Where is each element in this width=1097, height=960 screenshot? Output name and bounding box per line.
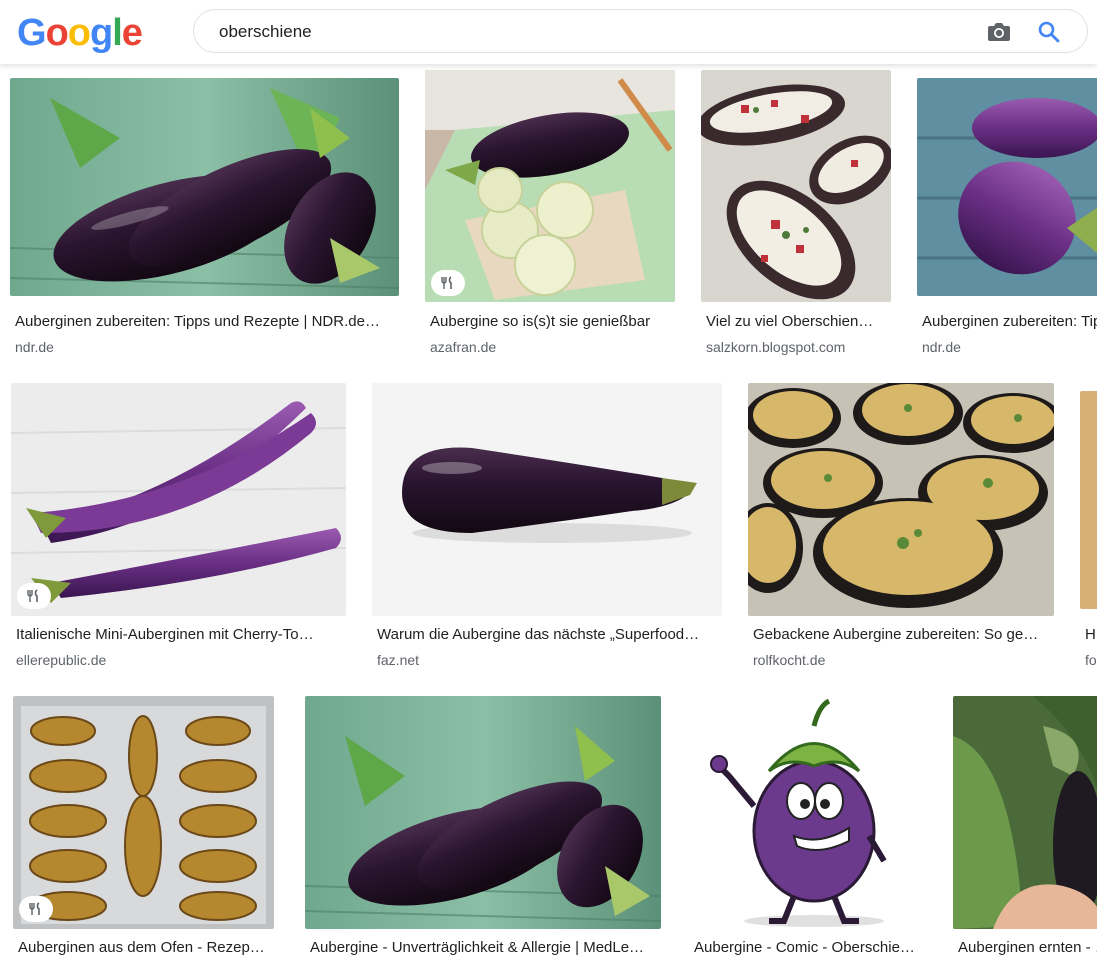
result-title[interactable]: Aubergine - Comic - Oberschie… [694,938,926,958]
result-thumbnail[interactable] [748,383,1054,616]
recipe-badge [17,583,51,609]
result-thumbnail[interactable] [10,78,399,296]
result-source[interactable]: ndr.de [922,338,961,356]
image-result[interactable]: H… fo… [1080,383,1097,673]
result-title[interactable]: Viel zu viel Oberschien… [706,312,891,332]
logo-letter-o2: o [67,12,91,54]
search-input[interactable] [219,21,919,43]
search-icon [1038,21,1060,43]
google-logo[interactable]: Google [17,12,143,54]
result-thumbnail[interactable] [953,696,1097,929]
result-thumbnail[interactable] [372,383,722,616]
recipe-badge [431,270,465,296]
result-title[interactable]: Auberginen zubereiten: Tipps und Rezepte… [922,312,1097,332]
fork-knife-icon [441,276,452,289]
result-source[interactable]: rolfkocht.de [753,651,825,669]
fork-knife-icon [27,589,38,602]
image-result[interactable]: Aubergine - Unverträglichkeit & Allergie… [305,696,661,960]
search-header: Google [0,0,1097,64]
search-box [193,9,1088,53]
image-result[interactable]: Italienische Mini-Auberginen mit Cherry-… [11,383,347,673]
image-result[interactable]: Aubergine - Comic - Oberschie… [689,696,928,960]
recipe-badge [19,896,53,922]
logo-letter-g: G [17,12,47,54]
result-thumbnail[interactable] [13,696,274,929]
result-thumbnail[interactable] [425,70,675,302]
result-title[interactable]: Aubergine - Unverträglichkeit & Allergie… [310,938,662,958]
result-thumbnail[interactable] [701,70,891,302]
logo-letter-o1: o [45,12,69,54]
result-title[interactable]: Italienische Mini-Auberginen mit Cherry-… [16,625,346,645]
image-result[interactable]: Gebackene Aubergine zubereiten: So ge… r… [748,383,1055,673]
camera-icon [988,23,1010,41]
result-title[interactable]: H… [1085,625,1097,645]
fork-knife-icon [29,902,40,915]
result-title[interactable]: Gebackene Aubergine zubereiten: So ge… [753,625,1053,645]
result-source[interactable]: fo… [1085,651,1097,669]
result-source[interactable]: azafran.de [430,338,496,356]
result-source[interactable]: ellerepublic.de [16,651,106,669]
image-result[interactable]: Auberginen zubereiten: Tipps und Rezepte… [10,70,400,360]
image-result[interactable]: Aubergine so is(s)t sie genießbar azafra… [425,70,675,360]
logo-letter-g2: g [90,12,113,54]
image-result[interactable]: Auberginen zubereiten: Tipps und Rezepte… [917,70,1097,360]
result-title[interactable]: Auberginen aus dem Ofen - Rezep… [18,938,276,958]
result-title[interactable]: Auberginen zubereiten: Tipps und Rezepte… [15,312,400,332]
image-result[interactable]: Auberginen ernten - … [953,696,1097,960]
result-title[interactable]: Auberginen ernten - … [958,938,1097,958]
image-result[interactable]: Auberginen aus dem Ofen - Rezep… [13,696,275,960]
result-source[interactable]: salzkorn.blogspot.com [706,338,845,356]
result-source[interactable]: ndr.de [15,338,54,356]
logo-letter-l: l [112,12,123,54]
camera-button[interactable] [986,20,1012,44]
result-thumbnail[interactable] [917,78,1097,296]
result-source[interactable]: faz.net [377,651,419,669]
logo-letter-e: e [121,12,143,54]
result-thumbnail[interactable] [1080,391,1097,609]
image-result[interactable]: Viel zu viel Oberschien… salzkorn.blogsp… [701,70,891,360]
search-button[interactable] [1036,19,1062,45]
result-title[interactable]: Aubergine so is(s)t sie genießbar [430,312,678,332]
result-thumbnail[interactable] [11,383,346,616]
result-thumbnail[interactable] [305,696,661,929]
image-result[interactable]: Warum die Aubergine das nächste „Superfo… [372,383,722,673]
result-title[interactable]: Warum die Aubergine das nächste „Superfo… [377,625,722,645]
result-thumbnail[interactable] [689,696,927,929]
